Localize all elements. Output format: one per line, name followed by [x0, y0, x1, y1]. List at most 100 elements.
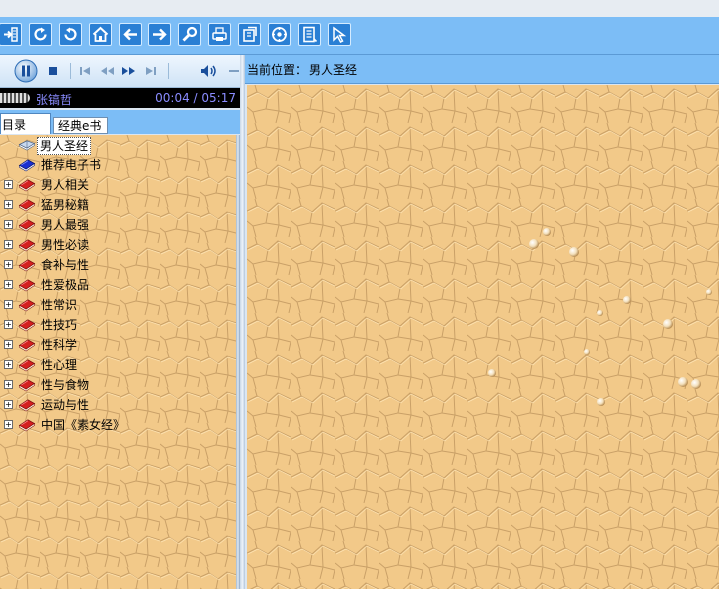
- tree-item-label: 食补与性: [41, 258, 90, 272]
- stop-button[interactable]: [47, 65, 59, 77]
- tree-item[interactable]: + 食补与性: [0, 255, 236, 275]
- expand-toggle[interactable]: +: [4, 380, 13, 389]
- tree-item[interactable]: + 运动与性: [0, 395, 236, 415]
- expand-toggle[interactable]: +: [4, 180, 13, 189]
- contents-tree: 男人圣经 推荐电子书 + 男人相关 + 猛男秘籍 + 男人最强 + 男性必读 + 食补与性 + 性爱极品 +…: [0, 135, 236, 589]
- expand-toggle[interactable]: +: [4, 360, 13, 369]
- exit-icon: [4, 27, 18, 42]
- bookmark-button[interactable]: [238, 23, 261, 46]
- tree-item[interactable]: + 猛男秘籍: [0, 195, 236, 215]
- expand-toggle[interactable]: +: [4, 220, 13, 229]
- tree-item[interactable]: + 性爱极品: [0, 275, 236, 295]
- tree-item-label: 性心理: [41, 358, 78, 372]
- tree-item[interactable]: 推荐电子书: [0, 155, 236, 175]
- tab-label: 经典e书: [58, 119, 102, 133]
- red-book-icon: [18, 179, 36, 192]
- expand-toggle[interactable]: +: [4, 420, 13, 429]
- tree-item-label: 性爱极品: [41, 278, 90, 292]
- expand-toggle[interactable]: +: [4, 280, 13, 289]
- main-panel: 当前位置： 男人圣经: [245, 55, 719, 589]
- undo-icon: [64, 27, 77, 41]
- tree-item-label: 运动与性: [41, 398, 90, 412]
- expand-toggle[interactable]: +: [4, 340, 13, 349]
- pointer-icon: [333, 26, 347, 43]
- settings-icon: [272, 27, 287, 42]
- red-book-icon: [18, 199, 36, 212]
- fast-forward-button[interactable]: [121, 64, 137, 78]
- tab-contents[interactable]: 目录: [0, 113, 51, 134]
- expand-toggle[interactable]: +: [4, 400, 13, 409]
- location-current: 男人圣经: [309, 63, 358, 77]
- speaker-icon: [201, 65, 216, 77]
- tree-item[interactable]: + 中国《素女经》: [0, 415, 236, 435]
- volume-button[interactable]: [199, 63, 219, 79]
- tree-item-label: 男人最强: [41, 218, 90, 232]
- rewind-button[interactable]: [99, 64, 115, 78]
- pointer-button[interactable]: [328, 23, 351, 46]
- tree-item-label: 男人圣经: [37, 137, 92, 155]
- tree-item-label: 男人相关: [41, 178, 90, 192]
- artist-name: 张镐哲: [36, 93, 73, 107]
- tree-item[interactable]: + 性常识: [0, 295, 236, 315]
- tab-bar: 目录 经典e书: [0, 110, 240, 134]
- tree-item-label: 性科学: [41, 338, 78, 352]
- undo-button[interactable]: [59, 23, 82, 46]
- blue-book-icon: [18, 159, 36, 172]
- stop-icon: [49, 67, 57, 75]
- previous-track-icon: [80, 67, 90, 75]
- refresh-icon: [34, 27, 47, 41]
- expand-toggle[interactable]: +: [4, 260, 13, 269]
- red-book-icon: [18, 399, 36, 412]
- tree-item[interactable]: + 男人最强: [0, 215, 236, 235]
- tab-label: 目录: [2, 117, 27, 132]
- red-book-icon: [18, 419, 36, 432]
- now-playing-bar: 张镐哲 00:04 / 05:17: [0, 88, 240, 108]
- tree-item-label: 中国《素女经》: [41, 418, 126, 432]
- open-book-icon: [18, 140, 36, 151]
- separator: [70, 63, 71, 79]
- location-prefix: 当前位置：: [247, 63, 308, 77]
- print-icon: [212, 27, 227, 41]
- seek-handle[interactable]: [0, 93, 30, 103]
- tree-item[interactable]: + 男人相关: [0, 175, 236, 195]
- tree-item[interactable]: + 性与食物: [0, 375, 236, 395]
- red-book-icon: [18, 279, 36, 292]
- pause-button[interactable]: [14, 59, 38, 83]
- previous-track-button[interactable]: [78, 64, 92, 78]
- next-track-button[interactable]: [144, 64, 158, 78]
- tree-item-label: 性常识: [41, 298, 78, 312]
- volume-slider[interactable]: [228, 68, 240, 74]
- expand-toggle[interactable]: +: [4, 240, 13, 249]
- tree-item[interactable]: + 男性必读: [0, 235, 236, 255]
- notes-button[interactable]: [298, 23, 321, 46]
- left-panel: 张镐哲 00:04 / 05:17 目录 经典e书 男人圣经 推荐电子书 + 男人相关…: [0, 55, 240, 589]
- search-button[interactable]: [178, 23, 201, 46]
- forward-arrow-icon: [153, 28, 167, 41]
- refresh-button[interactable]: [29, 23, 52, 46]
- tab-classic-ebooks[interactable]: 经典e书: [53, 117, 108, 134]
- tree-item-label: 猛男秘籍: [41, 198, 90, 212]
- back-arrow-button[interactable]: [119, 23, 142, 46]
- tree-item[interactable]: + 性技巧: [0, 315, 236, 335]
- expand-toggle[interactable]: +: [4, 320, 13, 329]
- home-button[interactable]: [89, 23, 112, 46]
- pause-icon: [14, 59, 38, 83]
- red-book-icon: [18, 259, 36, 272]
- expand-toggle[interactable]: +: [4, 200, 13, 209]
- tree-item[interactable]: 男人圣经: [0, 135, 236, 155]
- expand-toggle[interactable]: +: [4, 300, 13, 309]
- print-button[interactable]: [208, 23, 231, 46]
- settings-button[interactable]: [268, 23, 291, 46]
- home-icon: [92, 26, 109, 42]
- tree-item-label: 男性必读: [41, 238, 90, 252]
- forward-arrow-button[interactable]: [148, 23, 171, 46]
- tree-item[interactable]: + 性科学: [0, 335, 236, 355]
- tree-item-label: 性技巧: [41, 318, 78, 332]
- red-book-icon: [18, 339, 36, 352]
- search-icon: [182, 26, 198, 42]
- playback-time: 00:04 / 05:17: [155, 91, 236, 105]
- bookmark-icon: [243, 26, 257, 42]
- tree-item[interactable]: + 性心理: [0, 355, 236, 375]
- title-strip: [0, 0, 719, 18]
- exit-button[interactable]: [0, 23, 22, 46]
